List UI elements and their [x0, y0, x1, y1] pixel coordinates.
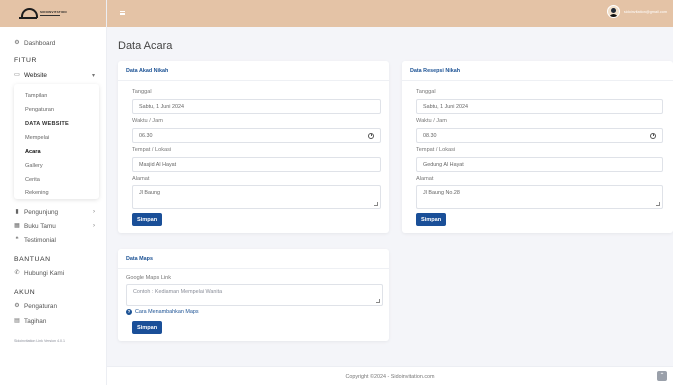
tanggal-label: Tanggal: [416, 89, 436, 95]
brand-bar: SIDOINVITATION: [0, 0, 106, 27]
resepsi-tempat-input[interactable]: Gedung Al Hayat: [416, 157, 663, 172]
resepsi-alamat-textarea[interactable]: Jl Baung No.28: [416, 185, 663, 209]
tanggal-label: Tanggal: [132, 89, 152, 95]
akad-tanggal-input[interactable]: Sabtu, 1 Juni 2024: [132, 99, 381, 114]
user-email: sidoinvitation@gmail.com: [623, 9, 667, 14]
scroll-to-top-icon[interactable]: ⌃: [657, 371, 667, 381]
akad-tempat-input[interactable]: Masjid Al Hayat: [132, 157, 381, 172]
resepsi-waktu-input[interactable]: 08.30: [416, 128, 663, 143]
sidebar-item-dashboard[interactable]: ⚙ Dashboard: [0, 35, 107, 51]
tempat-label: Tempat / Lokasi: [416, 147, 456, 153]
page-title: Data Acara: [118, 40, 173, 52]
sidebar-item-hubungi[interactable]: ✆ Hubungi Kami: [0, 265, 107, 281]
whatsapp-icon: ✆: [14, 270, 20, 276]
website-submenu: Tampilan Pengaturan DATA WEBSITE Mempela…: [14, 84, 99, 199]
card-title: Data Akad Nikah: [126, 68, 169, 74]
submenu-item-pengaturan[interactable]: Pengaturan: [25, 107, 54, 113]
submenu-header: DATA WEBSITE: [25, 121, 69, 127]
avatar: [606, 5, 620, 18]
submenu-item-mempelai[interactable]: Mempelai: [25, 135, 49, 141]
clock-icon[interactable]: [650, 133, 656, 139]
clock-icon[interactable]: [368, 133, 374, 139]
chevron-right-icon: ›: [93, 223, 95, 229]
nav-heading-akun: AKUN: [14, 289, 36, 296]
logo[interactable]: SIDOINVITATION: [19, 7, 67, 20]
chevron-right-icon: ›: [93, 209, 95, 215]
submenu-item-gallery[interactable]: Gallery: [25, 163, 43, 169]
dashboard-icon: ⚙: [14, 40, 20, 46]
maps-save-button[interactable]: Simpan: [132, 321, 163, 334]
akad-alamat-textarea[interactable]: Jl Baung: [132, 185, 381, 209]
comments-icon: ❝: [15, 237, 19, 243]
card-title: Data Resepsi Nikah: [410, 68, 461, 74]
maps-card: Data Maps Google Maps Link Contoh : Kedi…: [118, 249, 389, 341]
user-menu[interactable]: sidoinvitation@gmail.com: [606, 5, 667, 18]
book-icon: ▦: [14, 223, 20, 229]
nav-heading-bantuan: BANTUAN: [14, 256, 51, 263]
footer: Copyright ©2024 - Sidoinvitation.com ⌃: [107, 366, 673, 385]
resepsi-card: Data Resepsi Nikah Tanggal Sabtu, 1 Juni…: [402, 61, 673, 233]
chevron-down-icon: ▾: [91, 72, 95, 79]
submenu-item-tampilan[interactable]: Tampilan: [25, 93, 47, 99]
sidebar: SIDOINVITATION ⚙ Dashboard FITUR ▭ Websi…: [0, 0, 107, 385]
submenu-item-cerita[interactable]: Cerita: [25, 177, 40, 183]
resepsi-tanggal-input[interactable]: Sabtu, 1 Juni 2024: [416, 99, 663, 114]
akad-waktu-input[interactable]: 06.30: [132, 128, 381, 143]
sidebar-item-website[interactable]: ▭ Website ▾: [0, 67, 107, 83]
chart-icon: ▮: [15, 209, 19, 215]
resize-handle-icon[interactable]: [376, 299, 380, 303]
logo-text: SIDOINVITATION: [40, 10, 67, 14]
card-title: Data Maps: [126, 256, 153, 262]
tempat-label: Tempat / Lokasi: [132, 147, 172, 153]
submenu-item-acara[interactable]: Acara: [25, 149, 41, 155]
maps-link-textarea[interactable]: Contoh : Kediaman Mempelai Wanita: [126, 284, 383, 306]
resize-handle-icon[interactable]: [656, 202, 660, 206]
resize-handle-icon[interactable]: [374, 202, 378, 206]
alamat-label: Alamat: [132, 176, 150, 182]
topbar: sidoinvitation@gmail.com: [107, 0, 673, 27]
window-icon: ▭: [14, 72, 20, 78]
akad-save-button[interactable]: Simpan: [132, 213, 163, 226]
footer-copyright: Copyright ©2024 - Sidoinvitation.com: [345, 374, 435, 380]
waktu-label: Waktu / Jam: [416, 118, 447, 124]
question-icon: ?: [126, 309, 132, 315]
version-text: Sidoinvitation Link Version 4.0.1: [14, 339, 65, 343]
maps-help-link[interactable]: ? Cara Menambahkan Maps: [126, 309, 199, 315]
akad-card: Data Akad Nikah Tanggal Sabtu, 1 Juni 20…: [118, 61, 389, 233]
waktu-label: Waktu / Jam: [132, 118, 163, 124]
sidebar-item-testimonial[interactable]: ❝ Testimonial: [0, 232, 107, 248]
resepsi-save-button[interactable]: Simpan: [416, 213, 447, 226]
sidebar-item-tagihan[interactable]: ▤ Tagihan: [0, 313, 107, 329]
alamat-label: Alamat: [416, 176, 434, 182]
invoice-icon: ▤: [14, 318, 20, 324]
logo-icon: [19, 7, 38, 20]
submenu-item-rekening[interactable]: Rekening: [25, 190, 49, 196]
menu-toggle-icon[interactable]: [120, 11, 125, 15]
settings-icon: ⚙: [14, 303, 20, 309]
sidebar-item-pengaturan[interactable]: ⚙ Pengaturan: [0, 298, 107, 314]
maps-link-label: Google Maps Link: [126, 275, 172, 281]
nav-heading-fitur: FITUR: [14, 57, 38, 64]
